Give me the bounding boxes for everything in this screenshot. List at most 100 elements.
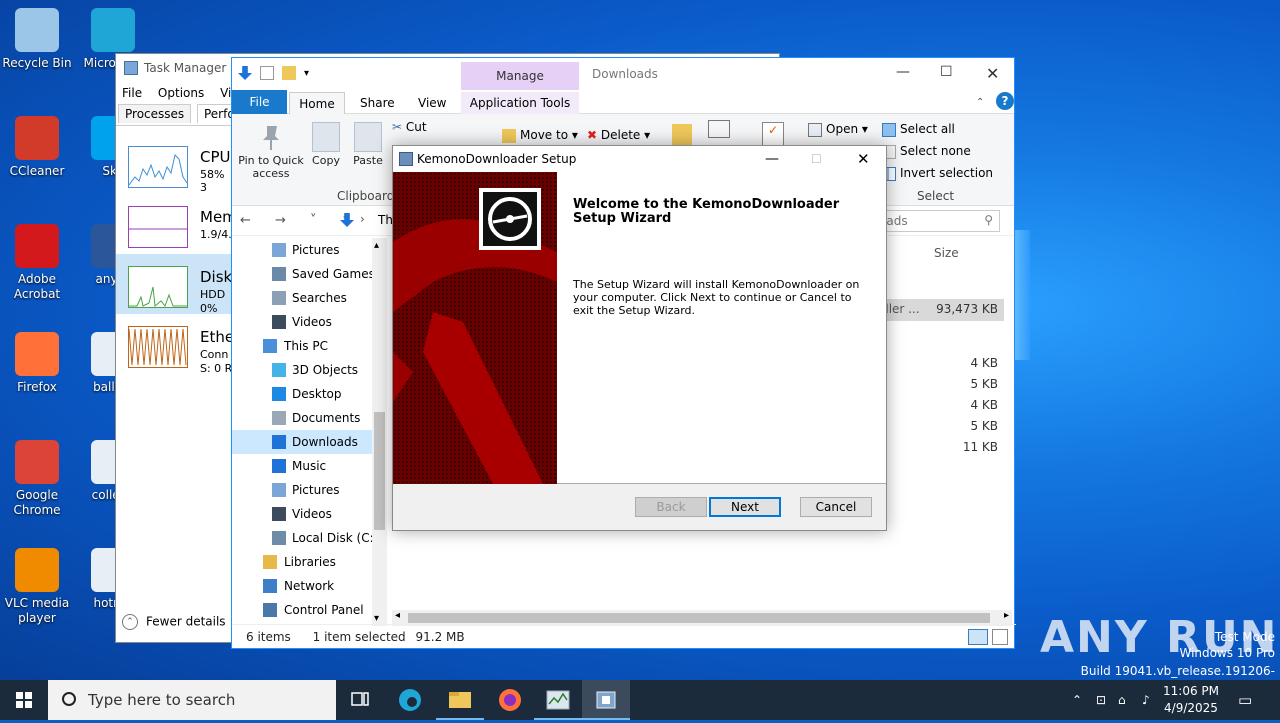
network-icon[interactable]: ⊡ <box>1096 680 1106 720</box>
scroll-up-icon[interactable]: ▴ <box>374 240 379 251</box>
desktop-icon[interactable]: Google Chrome <box>0 440 74 518</box>
nav-item[interactable]: Control Panel <box>232 598 387 622</box>
start-button[interactable] <box>0 680 48 720</box>
column-header-size[interactable]: Size <box>934 246 959 260</box>
ribbon-collapse-icon[interactable]: ⌃ <box>976 92 984 114</box>
qat-dropdown-icon[interactable]: ▾ <box>304 68 309 79</box>
desktop-icon[interactable]: Adobe Acrobat <box>0 224 74 302</box>
tab-file[interactable]: File <box>232 90 287 114</box>
explorer-titlebar[interactable]: ▾ Manage Downloads — ☐ ✕ <box>232 58 1014 90</box>
invert-selection-button[interactable]: Invert selection <box>882 162 993 184</box>
nav-item[interactable]: Videos <box>232 310 387 334</box>
ribbon-tabs: File Home Share View Application Tools ⌃… <box>232 90 1014 114</box>
properties-icon[interactable] <box>260 66 274 80</box>
fewer-details-button[interactable]: ⌃ Fewer details <box>122 614 226 630</box>
nav-scroll-thumb[interactable] <box>374 412 385 530</box>
maximize-icon[interactable]: ☐ <box>940 64 953 80</box>
tab-view[interactable]: View <box>418 92 446 114</box>
perf-cpu[interactable]: CPU 58% 3 <box>116 134 234 194</box>
folder-icon <box>272 291 286 305</box>
explorer-statusbar: 6 items 1 item selected 91.2 MB <box>232 624 1016 648</box>
dialog-close-icon[interactable]: ✕ <box>857 146 870 172</box>
nav-item[interactable]: Documents <box>232 406 387 430</box>
cancel-button[interactable]: Cancel <box>800 497 872 517</box>
paste-label: Paste <box>353 154 383 167</box>
tm-menu-file[interactable]: File <box>122 86 142 100</box>
setup-titlebar[interactable]: KemonoDownloader Setup — ☐ ✕ <box>393 146 886 172</box>
select-none-button[interactable]: Select none <box>882 140 971 162</box>
hscroll-thumb[interactable] <box>408 613 990 623</box>
volume-icon[interactable]: ♪ <box>1142 680 1150 720</box>
manage-contextual-tab[interactable]: Manage <box>461 62 579 90</box>
move-to-button[interactable]: Move to ▾ <box>502 124 578 146</box>
scroll-right-icon[interactable]: ▸ <box>1004 610 1009 621</box>
new-item-icon[interactable] <box>708 120 730 138</box>
tab-share[interactable]: Share <box>360 92 395 114</box>
desktop-icon[interactable]: Recycle Bin <box>0 8 74 71</box>
large-icons-view-icon[interactable] <box>992 629 1008 645</box>
folder-icon <box>272 483 286 497</box>
open-button[interactable]: Open ▾ <box>808 118 868 140</box>
wizard-heading: Welcome to the KemonoDownloader Setup Wi… <box>573 197 840 226</box>
perf-disk[interactable]: Disk HDD 0% <box>116 254 234 315</box>
nav-pane-scrollbar[interactable]: ▴ ▾ <box>372 238 387 626</box>
tab-application-tools[interactable]: Application Tools <box>461 92 579 114</box>
nav-item[interactable]: Desktop <box>232 382 387 406</box>
dialog-minimize-icon[interactable]: — <box>765 146 779 172</box>
tray-overflow-icon[interactable]: ⌃ <box>1072 680 1082 720</box>
nav-item[interactable]: Pictures <box>232 238 387 262</box>
tab-processes[interactable]: Processes <box>118 104 192 123</box>
chevron-up-icon: ⌃ <box>122 614 138 630</box>
nav-item[interactable]: 3D Objects <box>232 358 387 382</box>
scroll-left-icon[interactable]: ◂ <box>395 610 400 621</box>
taskbar-clock[interactable]: 11:06 PM 4/9/2025 <box>1160 683 1222 717</box>
search-box[interactable]: oads ⚲ <box>872 210 1000 232</box>
firefox-taskbar-icon[interactable] <box>486 680 534 720</box>
desktop-icon[interactable]: CCleaner <box>0 116 74 179</box>
pin-quick-access-button[interactable]: Pin to Quick access <box>236 122 306 180</box>
setup-dialog[interactable]: KemonoDownloader Setup — ☐ ✕ Welcome to … <box>392 145 887 531</box>
close-icon[interactable]: ✕ <box>986 64 999 83</box>
nav-item[interactable]: Pictures <box>232 478 387 502</box>
edge-taskbar-icon[interactable] <box>386 680 434 720</box>
help-icon[interactable]: ? <box>996 92 1014 110</box>
task-manager-taskbar-icon[interactable] <box>534 680 582 720</box>
minimize-icon[interactable]: — <box>896 64 910 80</box>
nav-item-label: Network <box>284 579 335 593</box>
nav-item[interactable]: This PC <box>232 334 387 358</box>
select-all-button[interactable]: Select all <box>882 118 955 140</box>
nav-item[interactable]: Network <box>232 574 387 598</box>
nav-item[interactable]: Libraries <box>232 550 387 574</box>
details-view-icon[interactable] <box>968 629 988 645</box>
notification-center-icon[interactable]: ▭ <box>1238 680 1252 720</box>
setup-taskbar-icon[interactable] <box>582 680 630 720</box>
desktop-icon[interactable]: VLC media player <box>0 548 74 626</box>
nav-item[interactable]: Videos <box>232 502 387 526</box>
delete-x-icon: ✖ <box>587 128 598 142</box>
taskbar-search[interactable]: Type here to search <box>48 680 336 720</box>
file-explorer-taskbar-icon[interactable] <box>436 680 484 720</box>
paste-button[interactable]: Paste <box>350 122 386 167</box>
tm-menu-options[interactable]: Options <box>158 86 204 100</box>
nav-item[interactable]: Saved Games <box>232 262 387 286</box>
new-folder-icon[interactable] <box>282 66 296 80</box>
scroll-down-icon[interactable]: ▾ <box>374 613 379 624</box>
copy-button[interactable]: Copy <box>308 122 344 167</box>
edge-shortcut-icon <box>91 8 135 52</box>
nav-item[interactable]: Downloads <box>232 430 387 454</box>
desktop-icon[interactable]: Firefox <box>0 332 74 395</box>
cpu-graph <box>128 146 188 188</box>
delete-button[interactable]: ✖ Delete ▾ <box>587 124 650 146</box>
chrome-icon <box>15 440 59 484</box>
cut-button[interactable]: ✂ Cut <box>392 116 427 138</box>
folder-icon <box>272 411 286 425</box>
perf-ethernet[interactable]: Ether Conn S: 0 R <box>116 314 240 375</box>
nav-item[interactable]: Music <box>232 454 387 478</box>
perf-memory[interactable]: Mem 1.9/4.0 <box>116 194 239 254</box>
tab-home[interactable]: Home <box>289 92 345 114</box>
next-button[interactable]: Next <box>709 497 781 517</box>
task-view-button[interactable] <box>336 680 384 720</box>
nav-item[interactable]: Searches <box>232 286 387 310</box>
nav-item[interactable]: Local Disk (C:) <box>232 526 387 550</box>
wifi-icon[interactable]: ⌂ <box>1118 680 1126 720</box>
